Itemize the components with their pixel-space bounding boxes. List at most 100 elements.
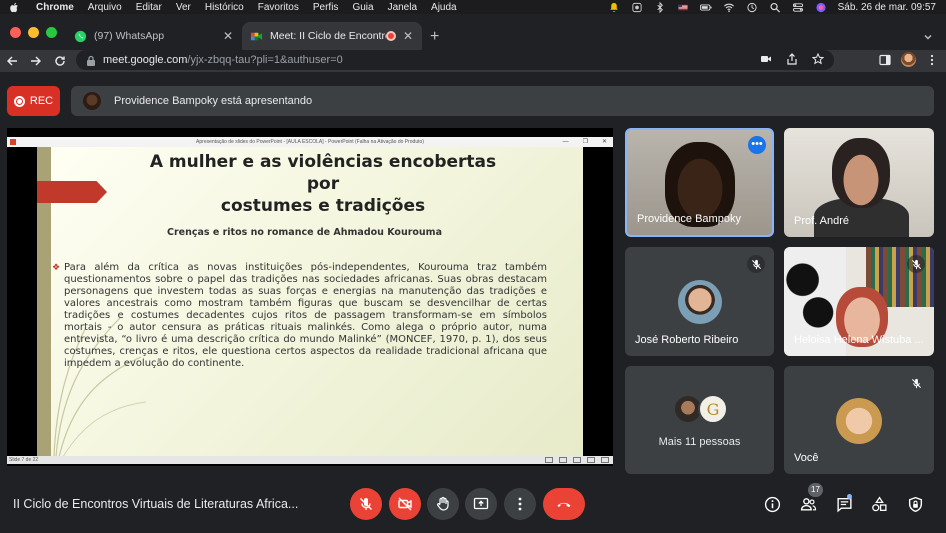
zoom-window-button[interactable] (46, 27, 57, 38)
present-screen-icon (473, 497, 489, 510)
meeting-details-button[interactable] (762, 494, 782, 514)
slide-title-line1: A mulher e as violências encobertas por (149, 152, 497, 194)
window-traffic-lights (10, 27, 57, 38)
screen-record-icon[interactable] (631, 2, 644, 13)
close-tab-icon[interactable]: ✕ (402, 29, 414, 43)
tab-search-icon[interactable] (922, 31, 934, 43)
slide: A mulher e as violências encobertas por … (37, 147, 583, 456)
participant-count-badge: 17 (808, 483, 823, 497)
activities-shapes-icon (871, 495, 887, 511)
camera-in-use-icon[interactable] (760, 53, 772, 65)
browser-toolbar: meet.google.com/yjx-zbqq-tau?pli=1&authu… (0, 50, 946, 72)
control-center-icon[interactable] (792, 2, 805, 13)
participant-name: José Roberto Ribeiro (635, 334, 739, 346)
presentation-stage[interactable]: Apresentação de slides do PowerPoint - [… (7, 128, 613, 466)
reload-button[interactable] (48, 51, 72, 71)
menu-chrome[interactable]: Chrome (36, 2, 74, 13)
ppt-restore-icon: ❐ (582, 139, 588, 145)
menu-favoritos[interactable]: Favoritos (258, 2, 299, 13)
notification-bell-icon[interactable] (608, 2, 621, 13)
menu-ver[interactable]: Ver (176, 2, 191, 13)
powerpoint-icon (10, 139, 16, 145)
siri-icon[interactable] (815, 2, 828, 13)
profile-avatar[interactable] (901, 52, 916, 67)
show-everyone-button[interactable] (798, 494, 818, 514)
address-bar[interactable]: meet.google.com/yjx-zbqq-tau?pli=1&authu… (76, 50, 834, 70)
url-path: /yjx-zbqq-tau?pli=1&authuser=0 (187, 54, 343, 66)
activities-button[interactable] (869, 494, 889, 514)
participant-tile-self[interactable]: Você (784, 366, 934, 474)
participant-name: Você (794, 452, 819, 464)
participant-avatar: G (698, 394, 728, 424)
host-controls-button[interactable] (905, 494, 925, 514)
participant-video (832, 138, 890, 208)
menu-guia[interactable]: Guia (352, 2, 373, 13)
ppt-window-title: Apresentação de slides do PowerPoint - [… (196, 139, 424, 145)
bluetooth-icon[interactable] (654, 1, 667, 13)
side-panel-icon[interactable] (879, 54, 891, 66)
participant-tile-heloisa[interactable]: Heloisa Helena Wistuba ... (784, 247, 934, 356)
new-tab-button[interactable]: + (430, 29, 439, 45)
meeting-title[interactable]: II Ciclo de Encontros Virtuais de Litera… (13, 497, 298, 511)
more-vert-icon (518, 497, 522, 511)
menu-arquivo[interactable]: Arquivo (88, 2, 122, 13)
close-tab-icon[interactable]: ✕ (222, 29, 234, 43)
menu-perfis[interactable]: Perfis (313, 2, 339, 13)
more-options-icon[interactable]: ••• (748, 136, 766, 154)
menu-janela[interactable]: Janela (388, 2, 417, 13)
present-now-button[interactable] (465, 488, 497, 520)
forward-button[interactable] (24, 51, 48, 71)
toggle-microphone-button[interactable] (350, 488, 382, 520)
meet-icon (250, 32, 263, 40)
participant-tile-providence[interactable]: ••• Providence Bampoky (625, 128, 774, 237)
close-window-button[interactable] (10, 27, 21, 38)
time-machine-icon[interactable] (746, 2, 759, 13)
tab-meet[interactable]: Meet: II Ciclo de Encontros ✕ (242, 22, 422, 50)
menu-editar[interactable]: Editar (136, 2, 162, 13)
participant-tile-andre[interactable]: Prof. André (784, 128, 934, 237)
lock-icon[interactable] (86, 55, 96, 66)
participant-tile-jose[interactable]: José Roberto Ribeiro (625, 247, 774, 356)
slide-red-arrow (37, 181, 107, 203)
chrome-tab-strip: (97) WhatsApp ✕ Meet: II Ciclo de Encont… (0, 14, 946, 50)
more-options-button[interactable] (504, 488, 536, 520)
share-icon[interactable] (786, 53, 798, 65)
more-vert-icon[interactable] (926, 54, 938, 66)
tab-whatsapp-title: (97) WhatsApp (94, 30, 165, 42)
raise-hand-button[interactable] (427, 488, 459, 520)
mic-off-icon (747, 255, 765, 273)
toggle-camera-button[interactable] (389, 488, 421, 520)
apple-menu-icon[interactable] (10, 2, 22, 13)
leave-call-button[interactable] (543, 488, 585, 520)
slide-bullet-icon: ❖ (52, 262, 61, 272)
minimize-window-button[interactable] (28, 27, 39, 38)
shield-lock-icon (908, 496, 922, 512)
slide-body-text: Para além da crítica as novas instituiçõ… (64, 262, 547, 369)
menu-ajuda[interactable]: Ajuda (431, 2, 457, 13)
bookmark-star-icon[interactable] (812, 53, 824, 65)
battery-icon[interactable] (700, 2, 713, 13)
flag-icon[interactable] (677, 2, 690, 13)
tab-whatsapp[interactable]: (97) WhatsApp ✕ (66, 22, 242, 50)
participant-avatar (836, 398, 882, 444)
camera-off-icon (398, 497, 412, 511)
tab-meet-title: Meet: II Ciclo de Encontros (270, 30, 386, 42)
menu-historico[interactable]: Histórico (205, 2, 244, 13)
ppt-close-icon: ✕ (601, 139, 607, 145)
url-host: meet.google.com (103, 54, 188, 66)
ppt-status-bar: Slide 7 de 22 (7, 456, 613, 464)
rec-label: REC (29, 95, 54, 107)
whatsapp-icon (74, 30, 87, 42)
menubar-clock[interactable]: Sáb. 26 de mar. 09:57 (838, 2, 936, 13)
spotlight-search-icon[interactable] (769, 2, 782, 13)
hand-icon (437, 496, 449, 511)
slide-title-line2: costumes e tradições (220, 196, 426, 216)
presenter-avatar (83, 92, 101, 110)
reload-icon (55, 56, 65, 66)
mic-off-icon (907, 255, 925, 273)
participant-name: Prof. André (794, 215, 850, 227)
wifi-icon[interactable] (723, 2, 736, 13)
participant-tile-more-people[interactable]: G Mais 11 pessoas (625, 366, 774, 474)
back-button[interactable] (0, 51, 24, 71)
recording-badge[interactable]: REC (7, 86, 60, 116)
